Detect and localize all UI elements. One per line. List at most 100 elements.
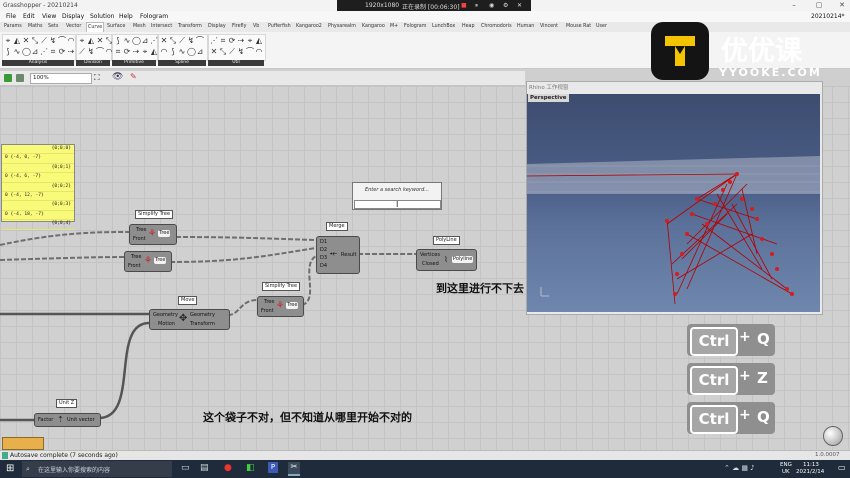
viewport-scene [526, 156, 820, 305]
input-front[interactable]: Front [261, 308, 274, 314]
canvas-widget-icons[interactable] [2, 437, 44, 450]
clock-time[interactable]: 11:13 [803, 462, 819, 468]
notifications-icon[interactable]: ▭ [838, 463, 846, 472]
input-tree[interactable]: Tree [264, 299, 274, 305]
logo-url: YYOOKE.COM [719, 66, 822, 79]
tree-component[interactable]: Tree Front ⚘ Tree [124, 251, 172, 272]
input-closed[interactable]: Closed [422, 261, 439, 267]
annotation-bottom: 这个袋子不对，但不知道从哪里开始不对的 [203, 411, 412, 424]
shortcut-badge: Ctrl + Q [687, 402, 775, 434]
perspective-viewport[interactable] [526, 94, 820, 312]
key-letter: Q [757, 330, 770, 348]
merge-label: Merge [326, 222, 348, 231]
input-front[interactable]: Front [128, 263, 141, 269]
text-cursor-icon: I [396, 200, 399, 209]
panel-value: 0 {-4, 12, -7} [2, 192, 74, 202]
wire-input-tree2 [0, 256, 125, 261]
merge-component[interactable]: D1 D2 D3 D4 ⤝ Result [316, 236, 360, 274]
output-geometry[interactable]: Geometry [190, 312, 215, 318]
simplify-icon: ⚘ [148, 229, 157, 239]
clock-date[interactable]: 2021/2/14 [796, 469, 824, 475]
taskbar-search-placeholder: 在这里输入你要搜索的内容 [38, 467, 111, 474]
windows-start-icon[interactable]: ⊞ [6, 463, 14, 474]
tray-icons[interactable]: ⌃ ☁ ▦ ♪ [724, 464, 755, 472]
polyline-component[interactable]: Vertices Closed ⌇ Polyline [416, 249, 477, 271]
polyline-icon: ⌇ [444, 255, 448, 264]
key-plus: + [739, 368, 751, 384]
grasshopper-app-icon[interactable]: ✂ [288, 462, 300, 476]
powerpoint-icon[interactable]: P [268, 462, 278, 473]
panel-path: {0;0;1} [2, 164, 74, 174]
lang-indicator[interactable]: ENG [780, 462, 792, 468]
simplify-tree-component[interactable]: Tree Front ⚘ Tree [257, 296, 304, 317]
logo-text: 优优课 [721, 36, 802, 67]
input-d1[interactable]: D1 [320, 239, 327, 245]
output-result[interactable]: Result [341, 252, 356, 258]
key-plus: + [739, 407, 751, 423]
wire-unitz-move [98, 321, 150, 420]
output-unit-vector[interactable]: Unit vector [67, 417, 95, 423]
shortcut-badge: Ctrl + Z [687, 363, 775, 395]
move-icon: ✥ [179, 313, 188, 324]
key-ctrl: Ctrl [690, 366, 738, 395]
simplify-tree-component[interactable]: Tree Front ⚘ Tree [129, 224, 177, 245]
key-plus: + [739, 329, 751, 345]
input-motion[interactable]: Motion [158, 321, 175, 327]
panel-path: {0;0;0} [2, 145, 74, 155]
region-indicator[interactable]: UK [782, 469, 790, 475]
input-d4[interactable]: D4 [320, 263, 327, 269]
panel-path: {0;0;3} [2, 201, 74, 211]
app-icon[interactable]: ◧ [246, 463, 255, 473]
panel-value: 0 {-4, 6, -7} [2, 173, 74, 183]
key-ctrl: Ctrl [690, 327, 738, 356]
key-letter: Z [757, 369, 768, 387]
task-view-icon[interactable]: ▭ [181, 463, 190, 473]
input-tree[interactable]: Tree [136, 227, 146, 233]
input-d2[interactable]: D2 [320, 247, 327, 253]
simplify-tree-label: Simplify Tree [262, 282, 301, 291]
status-text: Autosave complete (7 seconds ago) [10, 452, 118, 459]
panel-value: 0 {-4, 18, -7} [2, 211, 74, 221]
annotation-right: 到这里进行不下去 [436, 282, 524, 295]
output-transform[interactable]: Transform [190, 321, 215, 327]
input-factor[interactable]: Factor [38, 417, 53, 423]
shortcut-badge: Ctrl + Q [687, 324, 775, 356]
version-label: 1.0.0007 [815, 452, 840, 458]
canvas-navigator-icon[interactable] [823, 426, 843, 446]
merge-icon: ⤝ [330, 249, 338, 259]
unit-z-component[interactable]: Factor ⇡ Unit vector [34, 413, 101, 427]
simplify-icon: ⚘ [276, 301, 285, 311]
panel-path: {0;0;2} [2, 183, 74, 192]
logo-mark-icon [665, 36, 695, 66]
key-letter: Q [757, 408, 770, 426]
taskbar-search[interactable]: ⌕ 在这里输入你要搜索的内容 [22, 461, 172, 477]
unit-z-label: Unit Z [56, 399, 78, 408]
input-geometry[interactable]: Geometry [153, 312, 178, 318]
input-vertices[interactable]: Vertices [420, 252, 440, 258]
input-tree[interactable]: Tree [131, 254, 141, 260]
output-tree[interactable]: Tree [154, 257, 167, 264]
brand-logo [651, 22, 709, 80]
search-icon: ⌕ [26, 465, 30, 473]
data-panel[interactable]: {0;0;0} 0 {-4, 0, -7} {0;0;1} 0 {-4, 6, … [1, 144, 75, 230]
output-polyline[interactable]: Polyline [452, 256, 474, 263]
wire-simplify2-merge [301, 255, 317, 306]
app-icon[interactable]: ▤ [200, 463, 209, 473]
move-label: Move [178, 296, 198, 305]
wire-move-simplify2 [227, 299, 258, 316]
output-tree[interactable]: Tree [286, 302, 299, 309]
input-front[interactable]: Front [133, 236, 146, 242]
polyline-label: PolyLine [433, 236, 460, 245]
panel-path: {0;0;4} [2, 220, 74, 230]
viewport-label[interactable]: Perspective [528, 94, 569, 102]
output-tree[interactable]: Tree [158, 230, 171, 237]
recorder-app-icon[interactable]: ● [224, 463, 232, 473]
rhino-window-title: Rhino 工作视窗 [529, 85, 569, 91]
search-placeholder: Enter a search keyword... [364, 187, 430, 193]
move-component[interactable]: Geometry Motion ✥ Geometry Transform [149, 309, 230, 330]
panel-value: 0 {-4, 0, -7} [2, 154, 74, 164]
status-icon [2, 452, 8, 459]
input-d3[interactable]: D3 [320, 255, 327, 261]
unit-z-icon: ⇡ [57, 415, 64, 424]
wire-input-simplify [0, 231, 130, 246]
